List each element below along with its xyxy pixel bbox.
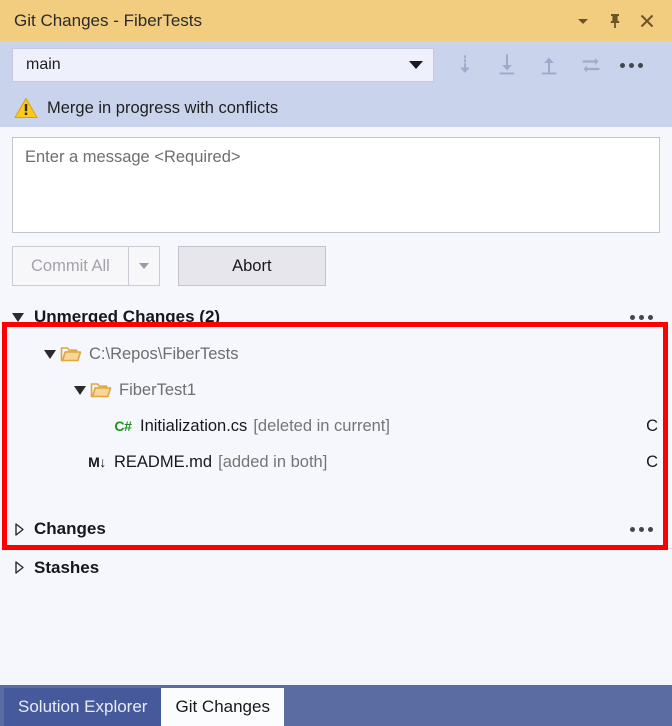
dot <box>647 314 653 320</box>
tab-git-changes[interactable]: Git Changes <box>161 688 284 726</box>
dot <box>637 62 643 68</box>
dot <box>619 62 625 68</box>
merge-status-text: Merge in progress with conflicts <box>47 98 279 117</box>
folder-icon <box>90 381 112 399</box>
expander-collapse-icon[interactable] <box>42 349 60 359</box>
tree-row-repo-folder[interactable]: C:\Repos\FiberTests <box>0 336 672 372</box>
git-toolbar: main <box>0 41 672 89</box>
commit-button-row: Commit All Abort <box>12 246 660 286</box>
dot <box>629 314 635 320</box>
dot <box>638 526 644 532</box>
more-options-icon[interactable] <box>614 46 648 84</box>
commit-all-split-button[interactable]: Commit All <box>12 246 160 286</box>
branch-selector[interactable]: main <box>12 48 434 82</box>
tab-solution-explorer[interactable]: Solution Explorer <box>4 688 162 726</box>
unmerged-changes-more-icon[interactable] <box>624 298 658 336</box>
expander-collapse-icon[interactable] <box>10 312 28 322</box>
file-conflict-annotation: [added in both] <box>218 452 328 471</box>
pin-icon[interactable] <box>606 12 624 30</box>
pull-icon[interactable] <box>488 46 526 84</box>
status-badge: C <box>646 416 658 435</box>
changes-sections: Unmerged Changes (2) C:\Repos\FiberTests… <box>0 298 672 586</box>
folder-name-label: FiberTest1 <box>119 380 197 399</box>
changes-title: Changes <box>34 519 106 538</box>
git-actions <box>446 46 648 84</box>
dot <box>638 314 644 320</box>
merge-conflict-banner: Merge in progress with conflicts <box>0 89 672 127</box>
commit-all-button[interactable]: Commit All <box>12 246 128 286</box>
dot <box>647 526 653 532</box>
status-badge: C <box>646 452 658 471</box>
fetch-icon[interactable] <box>446 46 484 84</box>
changes-more-icon[interactable] <box>624 510 658 548</box>
close-icon[interactable] <box>638 12 656 30</box>
sync-icon[interactable] <box>572 46 610 84</box>
expander-expand-icon[interactable] <box>10 561 28 574</box>
commit-message-input[interactable]: Enter a message <Required> <box>12 137 660 233</box>
window-titlebar: Git Changes - FiberTests <box>0 0 672 41</box>
section-header-unmerged-changes[interactable]: Unmerged Changes (2) <box>0 298 672 336</box>
section-header-stashes[interactable]: Stashes <box>0 548 672 586</box>
window-controls <box>574 12 662 30</box>
tree-row-project-folder[interactable]: FiberTest1 <box>0 372 672 408</box>
dropdown-icon[interactable] <box>574 12 592 30</box>
branch-name-label: main <box>26 56 61 73</box>
table-row[interactable]: M↓ README.md [added in both] C <box>0 444 672 480</box>
file-name-label: Initialization.cs <box>140 416 248 435</box>
expander-collapse-icon[interactable] <box>72 385 90 395</box>
chevron-down-icon <box>409 61 423 69</box>
warning-icon <box>14 97 38 119</box>
dot <box>629 526 635 532</box>
section-header-changes[interactable]: Changes <box>0 510 672 548</box>
commit-all-dropdown-icon[interactable] <box>127 246 160 286</box>
markdown-file-icon: M↓ <box>88 454 106 470</box>
file-name-label: README.md <box>114 452 213 471</box>
dot <box>628 62 634 68</box>
stashes-title: Stashes <box>34 557 100 577</box>
page-title: Git Changes - FiberTests <box>14 10 203 30</box>
folder-icon <box>60 345 82 363</box>
unmerged-changes-title: Unmerged Changes (2) <box>34 307 221 326</box>
commit-area: Enter a message <Required> Commit All Ab… <box>0 127 672 286</box>
folder-path-label: C:\Repos\FiberTests <box>89 344 239 363</box>
expander-expand-icon[interactable] <box>10 522 28 536</box>
abort-button[interactable]: Abort <box>177 246 326 286</box>
push-icon[interactable] <box>530 46 568 84</box>
csharp-file-icon: C# <box>114 418 132 434</box>
table-row[interactable]: C# Initialization.cs [deleted in current… <box>0 408 672 444</box>
file-conflict-annotation: [deleted in current] <box>253 416 390 435</box>
bottom-tab-bar: Solution Explorer Git Changes <box>0 685 672 726</box>
